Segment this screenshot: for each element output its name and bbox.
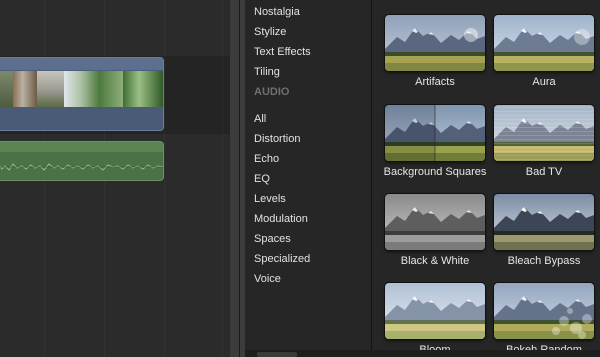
category-nostalgia[interactable]: Nostalgia [254,6,300,19]
effects-category-list: Nostalgia Stylize Text Effects Tiling AU… [245,0,372,357]
browser-scrollbar[interactable] [245,350,600,357]
video-clip[interactable] [0,57,164,131]
effect-label: Bad TV [525,166,563,178]
category-specialized[interactable]: Specialized [254,253,310,266]
timeline[interactable] [0,0,230,357]
category-text-effects[interactable]: Text Effects [254,46,311,59]
video-frame [36,71,65,107]
effect-thumbnail [494,194,594,250]
effect-thumbnail [385,283,485,339]
audio-clip[interactable] [0,141,164,181]
landscape-image [494,15,594,71]
category-eq[interactable]: EQ [254,173,270,186]
category-all[interactable]: All [254,113,266,126]
pane-divider[interactable] [230,0,245,357]
landscape-image [494,105,594,161]
effect-label: Bleach Bypass [507,255,581,267]
video-clip-frames [0,71,163,107]
effect-thumbnail [494,105,594,161]
category-levels[interactable]: Levels [254,193,286,206]
effect-label: Background Squares [383,166,487,178]
grid-line [222,0,223,357]
effect-label: Aura [532,76,556,88]
video-frame [0,71,13,107]
video-frame [12,71,37,107]
grid-line [164,0,165,357]
effect-thumbnail [385,194,485,250]
category-spaces[interactable]: Spaces [254,233,291,246]
audio-section-heading: AUDIO [254,86,290,98]
category-voice[interactable]: Voice [254,273,281,286]
effects-browser: Artifacts Aura Background Squares Bad TV… [372,0,600,357]
effect-label: Artifacts [415,76,455,88]
video-clip-header [0,58,163,70]
audio-clip-header [0,142,163,152]
scrollbar-knob[interactable] [257,352,297,357]
landscape-image [385,194,485,250]
category-modulation[interactable]: Modulation [254,213,308,226]
category-stylize[interactable]: Stylize [254,26,286,39]
effect-thumbnail [385,15,485,71]
video-frame [123,71,163,107]
effect-thumbnail [385,105,485,161]
category-tiling[interactable]: Tiling [254,66,280,79]
landscape-image [494,283,594,339]
landscape-image [494,194,594,250]
category-distortion[interactable]: Distortion [254,133,300,146]
landscape-image [385,283,485,339]
landscape-image [385,15,485,71]
effect-label: Black & White [400,255,470,267]
video-clip-footer [0,107,163,130]
audio-waveform [0,163,163,171]
video-frame [64,71,124,107]
landscape-image [385,105,485,161]
effect-thumbnail [494,283,594,339]
category-echo[interactable]: Echo [254,153,279,166]
effect-thumbnail [494,15,594,71]
